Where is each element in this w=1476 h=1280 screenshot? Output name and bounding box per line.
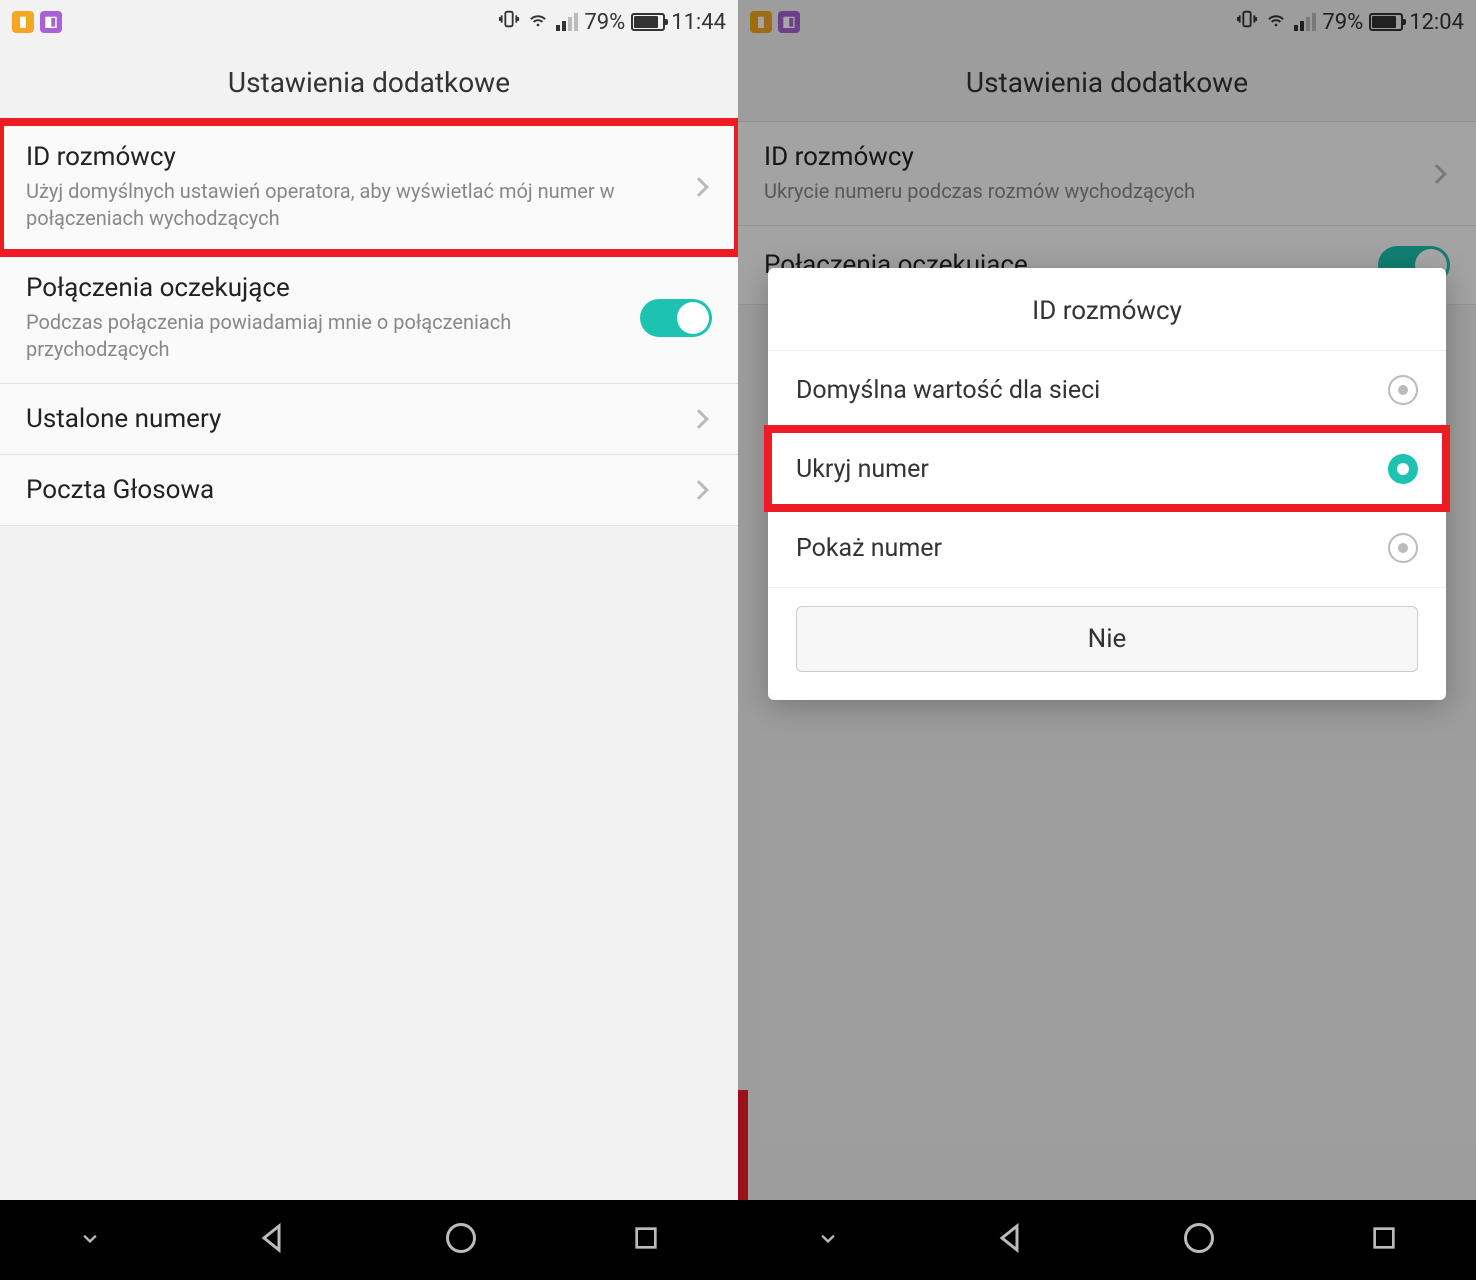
call-waiting-toggle[interactable] bbox=[640, 299, 712, 337]
row-voicemail[interactable]: Poczta Głosowa bbox=[0, 455, 738, 526]
chevron-right-icon bbox=[689, 480, 709, 500]
option-label: Pokaż numer bbox=[796, 534, 942, 563]
radio-unselected-icon bbox=[1388, 375, 1418, 405]
nav-bar bbox=[738, 1200, 1476, 1280]
dialog-title: ID rozmówcy bbox=[768, 268, 1446, 350]
nav-back-icon[interactable] bbox=[255, 1220, 291, 1260]
option-label: Domyślna wartość dla sieci bbox=[796, 376, 1100, 405]
dialog-cancel-button[interactable]: Nie bbox=[796, 606, 1418, 672]
vibrate-icon bbox=[498, 8, 520, 36]
option-label: Ukryj numer bbox=[796, 455, 929, 484]
page-title: Ustawienia dodatkowe bbox=[0, 44, 738, 122]
battery-icon bbox=[631, 13, 665, 31]
screen-left: ▮ ◧ 79% 11:44 Ustawienia dodatkowe ID ro… bbox=[0, 0, 738, 1280]
nav-back-icon[interactable] bbox=[993, 1220, 1029, 1260]
caller-id-title: ID rozmówcy bbox=[26, 142, 678, 172]
call-waiting-title: Połączenia oczekujące bbox=[26, 273, 626, 303]
clock: 11:44 bbox=[671, 10, 726, 35]
chevron-right-icon bbox=[689, 409, 709, 429]
nav-recent-icon[interactable] bbox=[630, 1222, 662, 1258]
caller-id-dialog: ID rozmówcy Domyślna wartość dla sieci U… bbox=[768, 268, 1446, 700]
nav-home-icon[interactable] bbox=[443, 1220, 479, 1260]
notif-icon-orange: ▮ bbox=[12, 11, 34, 33]
wifi-icon bbox=[526, 8, 550, 36]
option-show-number[interactable]: Pokaż numer bbox=[768, 508, 1446, 587]
option-network-default[interactable]: Domyślna wartość dla sieci bbox=[768, 350, 1446, 429]
nav-recent-icon[interactable] bbox=[1368, 1222, 1400, 1258]
row-caller-id[interactable]: ID rozmówcy Użyj domyślnych ustawień ope… bbox=[0, 122, 738, 253]
option-hide-number[interactable]: Ukryj numer bbox=[768, 429, 1446, 508]
nav-bar bbox=[0, 1200, 738, 1280]
voicemail-title: Poczta Głosowa bbox=[26, 475, 678, 505]
chevron-right-icon bbox=[689, 177, 709, 197]
call-waiting-sub: Podczas połączenia powiadamiaj mnie o po… bbox=[26, 309, 626, 363]
fixed-numbers-title: Ustalone numery bbox=[26, 404, 678, 434]
notif-icon-purple: ◧ bbox=[40, 11, 62, 33]
row-call-waiting[interactable]: Połączenia oczekujące Podczas połączenia… bbox=[0, 253, 738, 384]
status-bar: ▮ ◧ 79% 11:44 bbox=[0, 0, 738, 44]
radio-selected-icon bbox=[1388, 454, 1418, 484]
row-fixed-numbers[interactable]: Ustalone numery bbox=[0, 384, 738, 455]
battery-percent: 79% bbox=[584, 10, 625, 35]
radio-unselected-icon bbox=[1388, 533, 1418, 563]
nav-menu-icon[interactable] bbox=[76, 1224, 104, 1256]
settings-list: ID rozmówcy Użyj domyślnych ustawień ope… bbox=[0, 122, 738, 526]
nav-menu-icon[interactable] bbox=[814, 1224, 842, 1256]
signal-icon bbox=[556, 13, 578, 31]
caller-id-sub: Użyj domyślnych ustawień operatora, aby … bbox=[26, 178, 678, 232]
screen-right: ▮ ◧ 79% 12:04 Ustawienia dodatkowe ID ro… bbox=[738, 0, 1476, 1280]
nav-home-icon[interactable] bbox=[1181, 1220, 1217, 1260]
